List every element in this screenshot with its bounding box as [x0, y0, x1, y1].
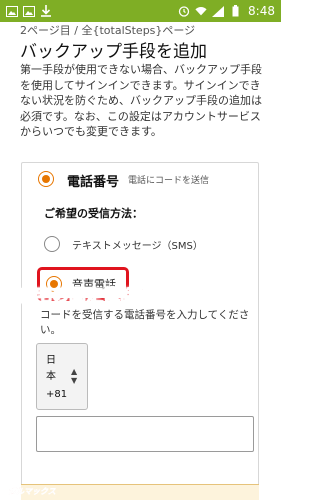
battery-icon [229, 5, 241, 17]
country-code-select[interactable]: 日本 ▲ ▼ +81 [36, 343, 88, 410]
country-dial-code: +81 [46, 389, 68, 400]
phone-number-input[interactable] [36, 416, 254, 452]
code-instruction: コードを受信する電話番号を入力してください。 [40, 309, 250, 336]
wifi-icon [195, 5, 207, 17]
country-name: 日本 [46, 355, 56, 382]
download-icon [40, 5, 52, 17]
page-indicator: 2ページ目 / 全{totalSteps}ページ [20, 24, 196, 37]
sms-radio[interactable] [44, 236, 60, 252]
phone-radio[interactable] [38, 171, 54, 187]
status-bar: 8:48 [0, 0, 281, 22]
image-icon [6, 5, 18, 17]
page-description: 第一手段が使用できない場合、バックアップ手段を使用してサインインできます。サイン… [20, 63, 262, 138]
page-title: バックアップ手段を追加 [20, 42, 207, 62]
phone-annotation: 自宅の固定電話番号 [18, 286, 172, 307]
status-time: 8:48 [248, 4, 275, 18]
main-content: 2ページ目 / 全{totalSteps}ページ バックアップ手段を追加 第一手… [0, 22, 281, 500]
select-arrows-icon: ▲ ▼ [71, 367, 78, 385]
method-label: ご希望の受信方法： [44, 207, 143, 220]
bottom-banner [21, 484, 259, 500]
sms-option-label[interactable]: テキストメッセージ（SMS） [72, 237, 203, 252]
phone-option-sublabel: 電話にコードを送信 [128, 176, 210, 186]
phone-option-label[interactable]: 電話番号 [67, 171, 119, 190]
signal-icon [212, 5, 225, 17]
watermark-logo: ガルマックス [8, 487, 56, 497]
alarm-icon [178, 5, 190, 17]
image-icon [23, 5, 35, 17]
backup-method-card: 電話番号 電話にコードを送信 ご希望の受信方法： テキストメッセージ（SMS） … [21, 162, 259, 500]
